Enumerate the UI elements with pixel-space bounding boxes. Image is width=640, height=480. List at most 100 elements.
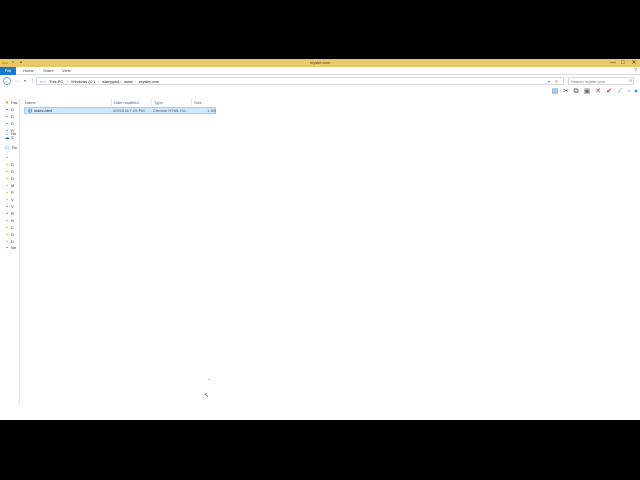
column-size[interactable]: Size [191,99,202,106]
nav-item[interactable]: ▭ Thi [4,145,20,151]
nav-item-icon: ▪ [6,197,8,203]
forward-button[interactable]: → [13,77,21,85]
nav-item-icon: ▪ [6,162,8,168]
nav-item-label: Ne [11,245,17,250]
nav-item[interactable]: ▪ D [4,169,20,175]
nav-item-label: D [11,162,14,167]
tab-share[interactable]: Share [43,67,54,75]
nav-item[interactable]: ▪ V [4,197,20,203]
nav-item[interactable]: ▪ V [4,204,20,210]
checkmark-icon[interactable]: ✔ [605,88,613,96]
breadcrumb-this-pc[interactable]: This PC [49,78,63,85]
nav-item[interactable]: ▪ [4,155,20,161]
address-row: ← → ▾ ↑ ▭ › This PC › Windows (C:) › wam… [0,75,640,87]
close-button[interactable]: ✕ [629,59,639,67]
nav-item-label: D [11,232,14,237]
copy-icon[interactable]: ⧉ [572,88,580,96]
nav-item-label: D [11,114,14,119]
nav-item[interactable]: ▪ D [4,107,20,113]
back-button[interactable]: ← [3,77,11,85]
nav-item-icon: ▪ [6,121,8,127]
nav-item-label: V [11,197,14,202]
nav-item[interactable]: ▪ N [4,218,20,224]
nav-item-label: D [11,169,14,174]
help-icon[interactable]: ? [634,67,637,75]
search-icon[interactable]: ⌕ [629,78,632,84]
paste-icon[interactable]: ▣ [583,88,591,96]
cut-icon[interactable]: ✂ [562,88,570,96]
nav-item[interactable]: ▪ P [4,190,20,196]
rename-icon[interactable]: ⁄ [616,88,624,96]
globe-icon[interactable]: ● [632,88,640,96]
nav-item-icon: ▪ [6,204,8,210]
navigation-pane: ★ Fav ▪ D ▪ D ▪ D ▪ R ☁ S ⌂ Ho ▭ Thi ▪ ▪ D ▪ D ▪ D ▪ M ▪ P ▪ V ▪ V ▪ R ▪ N… [0,99,20,406]
nav-item[interactable]: ▪ M [4,183,20,189]
nav-item-label: N [11,218,14,223]
nav-item-label: V [11,204,14,209]
nav-item[interactable]: ⌂ Ho [4,131,20,137]
ribbon-tabs: File Home Share View ? [0,67,640,75]
nav-item-label: Thi [11,145,17,150]
search-input[interactable] [569,78,627,84]
title-bar[interactable]: ▬ ▫ ▪ mysite.com — □ ✕ [0,59,640,67]
nav-item-icon: ▪ [6,107,8,113]
search-box[interactable]: ⌕ [568,77,634,85]
file-type: Chrome HTML Do... [153,108,189,113]
tab-file[interactable]: File [0,67,16,75]
nav-item-icon: ▪ [6,211,8,217]
nav-item[interactable]: ▪ D [4,176,20,182]
nav-item-icon: ▪ [6,190,8,196]
nav-item-label: D [11,107,14,112]
nav-item-label: C [11,225,14,230]
nav-item-label: Ho [11,131,17,136]
nav-item-icon: ▭ [4,145,10,151]
nav-item[interactable]: ▪ R [4,211,20,217]
refresh-icon[interactable]: ↻ [555,78,558,85]
tab-view[interactable]: View [62,67,71,75]
nav-item[interactable]: ▪ D [4,162,20,168]
nav-item[interactable]: ▪ Ne [4,245,20,251]
pc-icon: ▭ [40,79,44,84]
delete-icon[interactable]: ✕ [594,88,602,96]
nav-item-icon: ▪ [6,225,8,231]
up-button[interactable]: ↑ [28,77,36,85]
nav-item-label: D [11,121,14,126]
column-date-modified[interactable]: Date modified [111,99,139,106]
nav-item-icon: ▪ [6,155,8,161]
nav-item[interactable]: ▪ D [4,114,20,120]
html-file-icon: ◍ [27,108,33,114]
nav-item[interactable]: ★ Fav [4,100,20,106]
custom-toolbar: ▤ ✂ ⧉ ▣ ✕ ✔ ⁄ ▫ ● [548,88,640,98]
minimize-button[interactable]: — [608,59,618,67]
file-list: Name Date modified Type Size ◍ index.htm… [22,99,640,406]
nav-item-icon: ▪ [6,169,8,175]
breadcrumb-mysite[interactable]: mysite.com [139,78,159,85]
maximize-button[interactable]: □ [618,59,628,67]
breadcrumb-www[interactable]: www [124,78,133,85]
file-name: index.html [34,108,53,113]
nav-item-label: Fav [11,100,18,105]
details-view-icon[interactable]: ▤ [551,88,559,96]
nav-item[interactable]: ▪ D [4,232,20,238]
column-type[interactable]: Type [151,99,163,106]
file-date: 4/9/2016 7:29 PM [113,108,145,113]
column-headers: Name Date modified Type Size [22,99,222,106]
column-name[interactable]: Name [25,99,36,106]
nav-item-icon: ▪ [6,218,8,224]
mouse-pointer: ↖ [204,393,210,399]
nav-item[interactable]: ▪ D [4,121,20,127]
breadcrumb-wampp64[interactable]: wampp64 [102,78,119,85]
nav-item-icon: ▪ [6,114,8,120]
nav-item-icon: ▪ [6,232,8,238]
nav-item-label: P [11,190,14,195]
nav-item[interactable]: ▪ C [4,225,20,231]
tab-home[interactable]: Home [23,67,34,75]
breadcrumb-windows-c[interactable]: Windows (C:) [71,78,95,85]
window-title: mysite.com [309,60,331,65]
address-dropdown-icon[interactable]: ▾ [548,78,550,85]
file-row-index-html[interactable]: ◍ index.html 4/9/2016 7:29 PM Chrome HTM… [24,107,216,114]
nav-item-icon: ★ [4,100,10,106]
nav-item-icon: ▪ [6,245,8,251]
nav-item-label: R [11,211,14,216]
address-bar[interactable]: ▭ › This PC › Windows (C:) › wampp64 › w… [36,77,564,85]
